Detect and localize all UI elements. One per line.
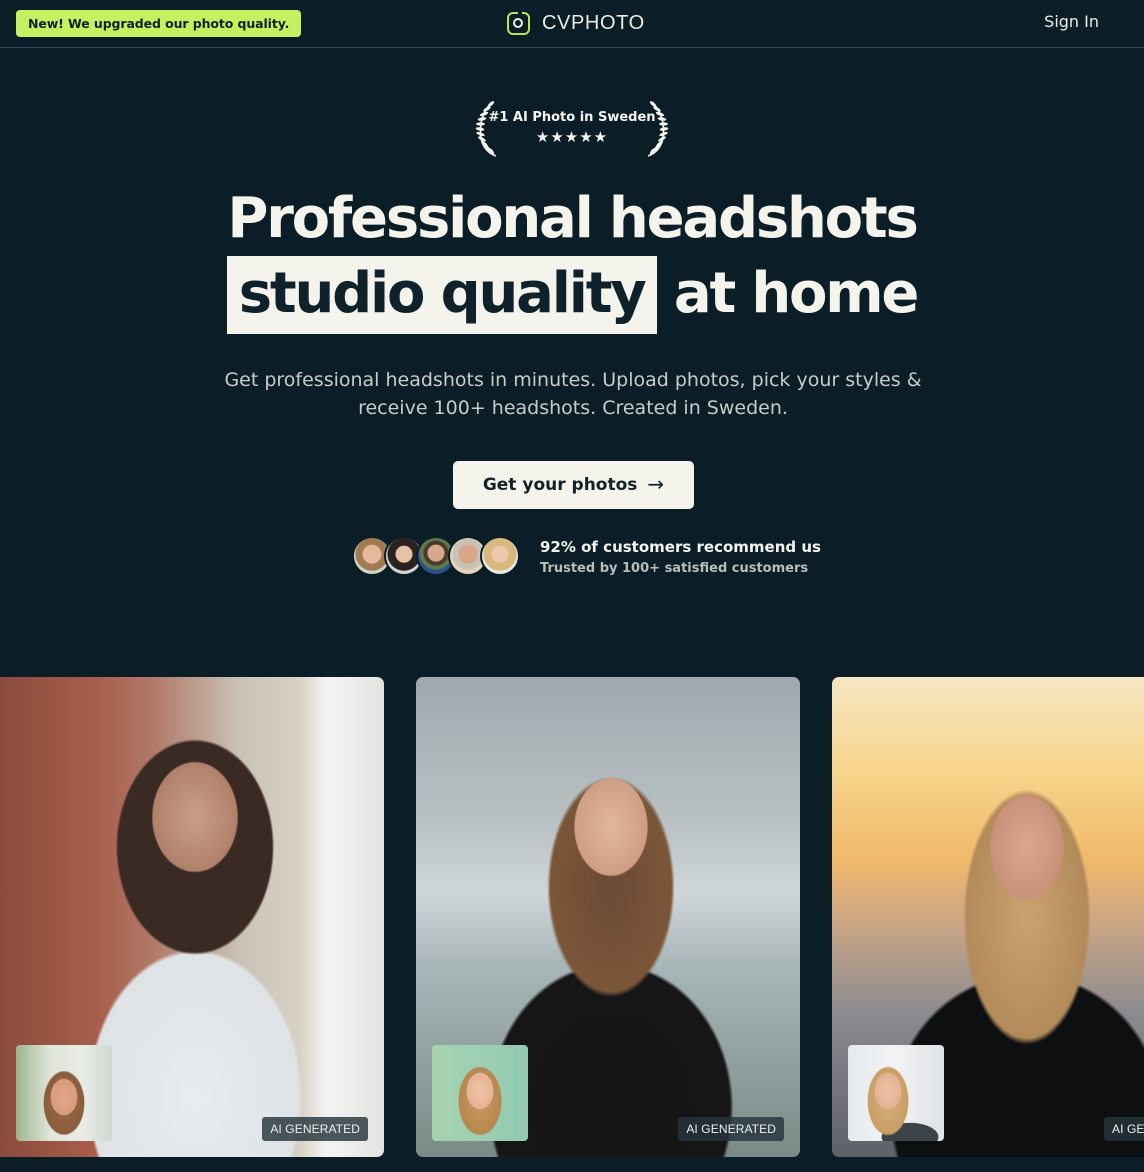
source-selfie-thumbnail [848, 1045, 944, 1141]
cta-label: Get your photos [482, 475, 638, 495]
hero-subtitle: Get professional headshots in minutes. U… [224, 369, 922, 419]
camera-icon [507, 11, 530, 35]
hero-highlight: studio quality [226, 256, 657, 334]
arrow-right-icon: → [647, 472, 665, 496]
avatar [480, 536, 520, 576]
source-selfie-thumbnail [432, 1045, 528, 1141]
hero-title-rest: at home [673, 261, 920, 326]
recommend-stat: 92% of customers recommend us [540, 538, 821, 556]
hero-title-line1: Professional headshots [227, 186, 918, 251]
source-selfie-thumbnail [16, 1045, 112, 1141]
headshot-card[interactable]: AI GENERATED [416, 677, 800, 1157]
top-nav: New! We upgraded our photo quality. CVPH… [0, 0, 1144, 48]
laurel-right-icon [647, 101, 669, 157]
sign-in-link[interactable]: Sign In [1044, 12, 1099, 31]
trusted-text: Trusted by 100+ satisfied customers [540, 561, 809, 576]
headshot-card[interactable]: AI GENERATED [832, 677, 1144, 1157]
get-photos-button[interactable]: Get your photos → [453, 461, 694, 509]
hero-title-line2: studio quality at home [0, 256, 1144, 334]
ai-generated-badge: AI GENERATED [678, 1117, 784, 1141]
headshot-card[interactable]: AI GENERATED [0, 677, 384, 1157]
ai-generated-badge: AI GENERATED [262, 1117, 368, 1141]
logo-text: CVPHOTO [542, 11, 645, 34]
announcement-badge[interactable]: New! We upgraded our photo quality. [16, 10, 302, 37]
ai-generated-badge: AI GENERATED [1104, 1117, 1144, 1141]
award-badge: #1 AI Photo in Sweden ★★★★★ [472, 96, 672, 160]
customer-avatars [352, 536, 522, 578]
logo[interactable]: CVPHOTO [507, 10, 645, 36]
social-proof: 92% of customers recommend us Trusted by… [352, 536, 821, 578]
star-rating: ★★★★★ [535, 128, 609, 146]
award-title: #1 AI Photo in Sweden [488, 110, 656, 125]
